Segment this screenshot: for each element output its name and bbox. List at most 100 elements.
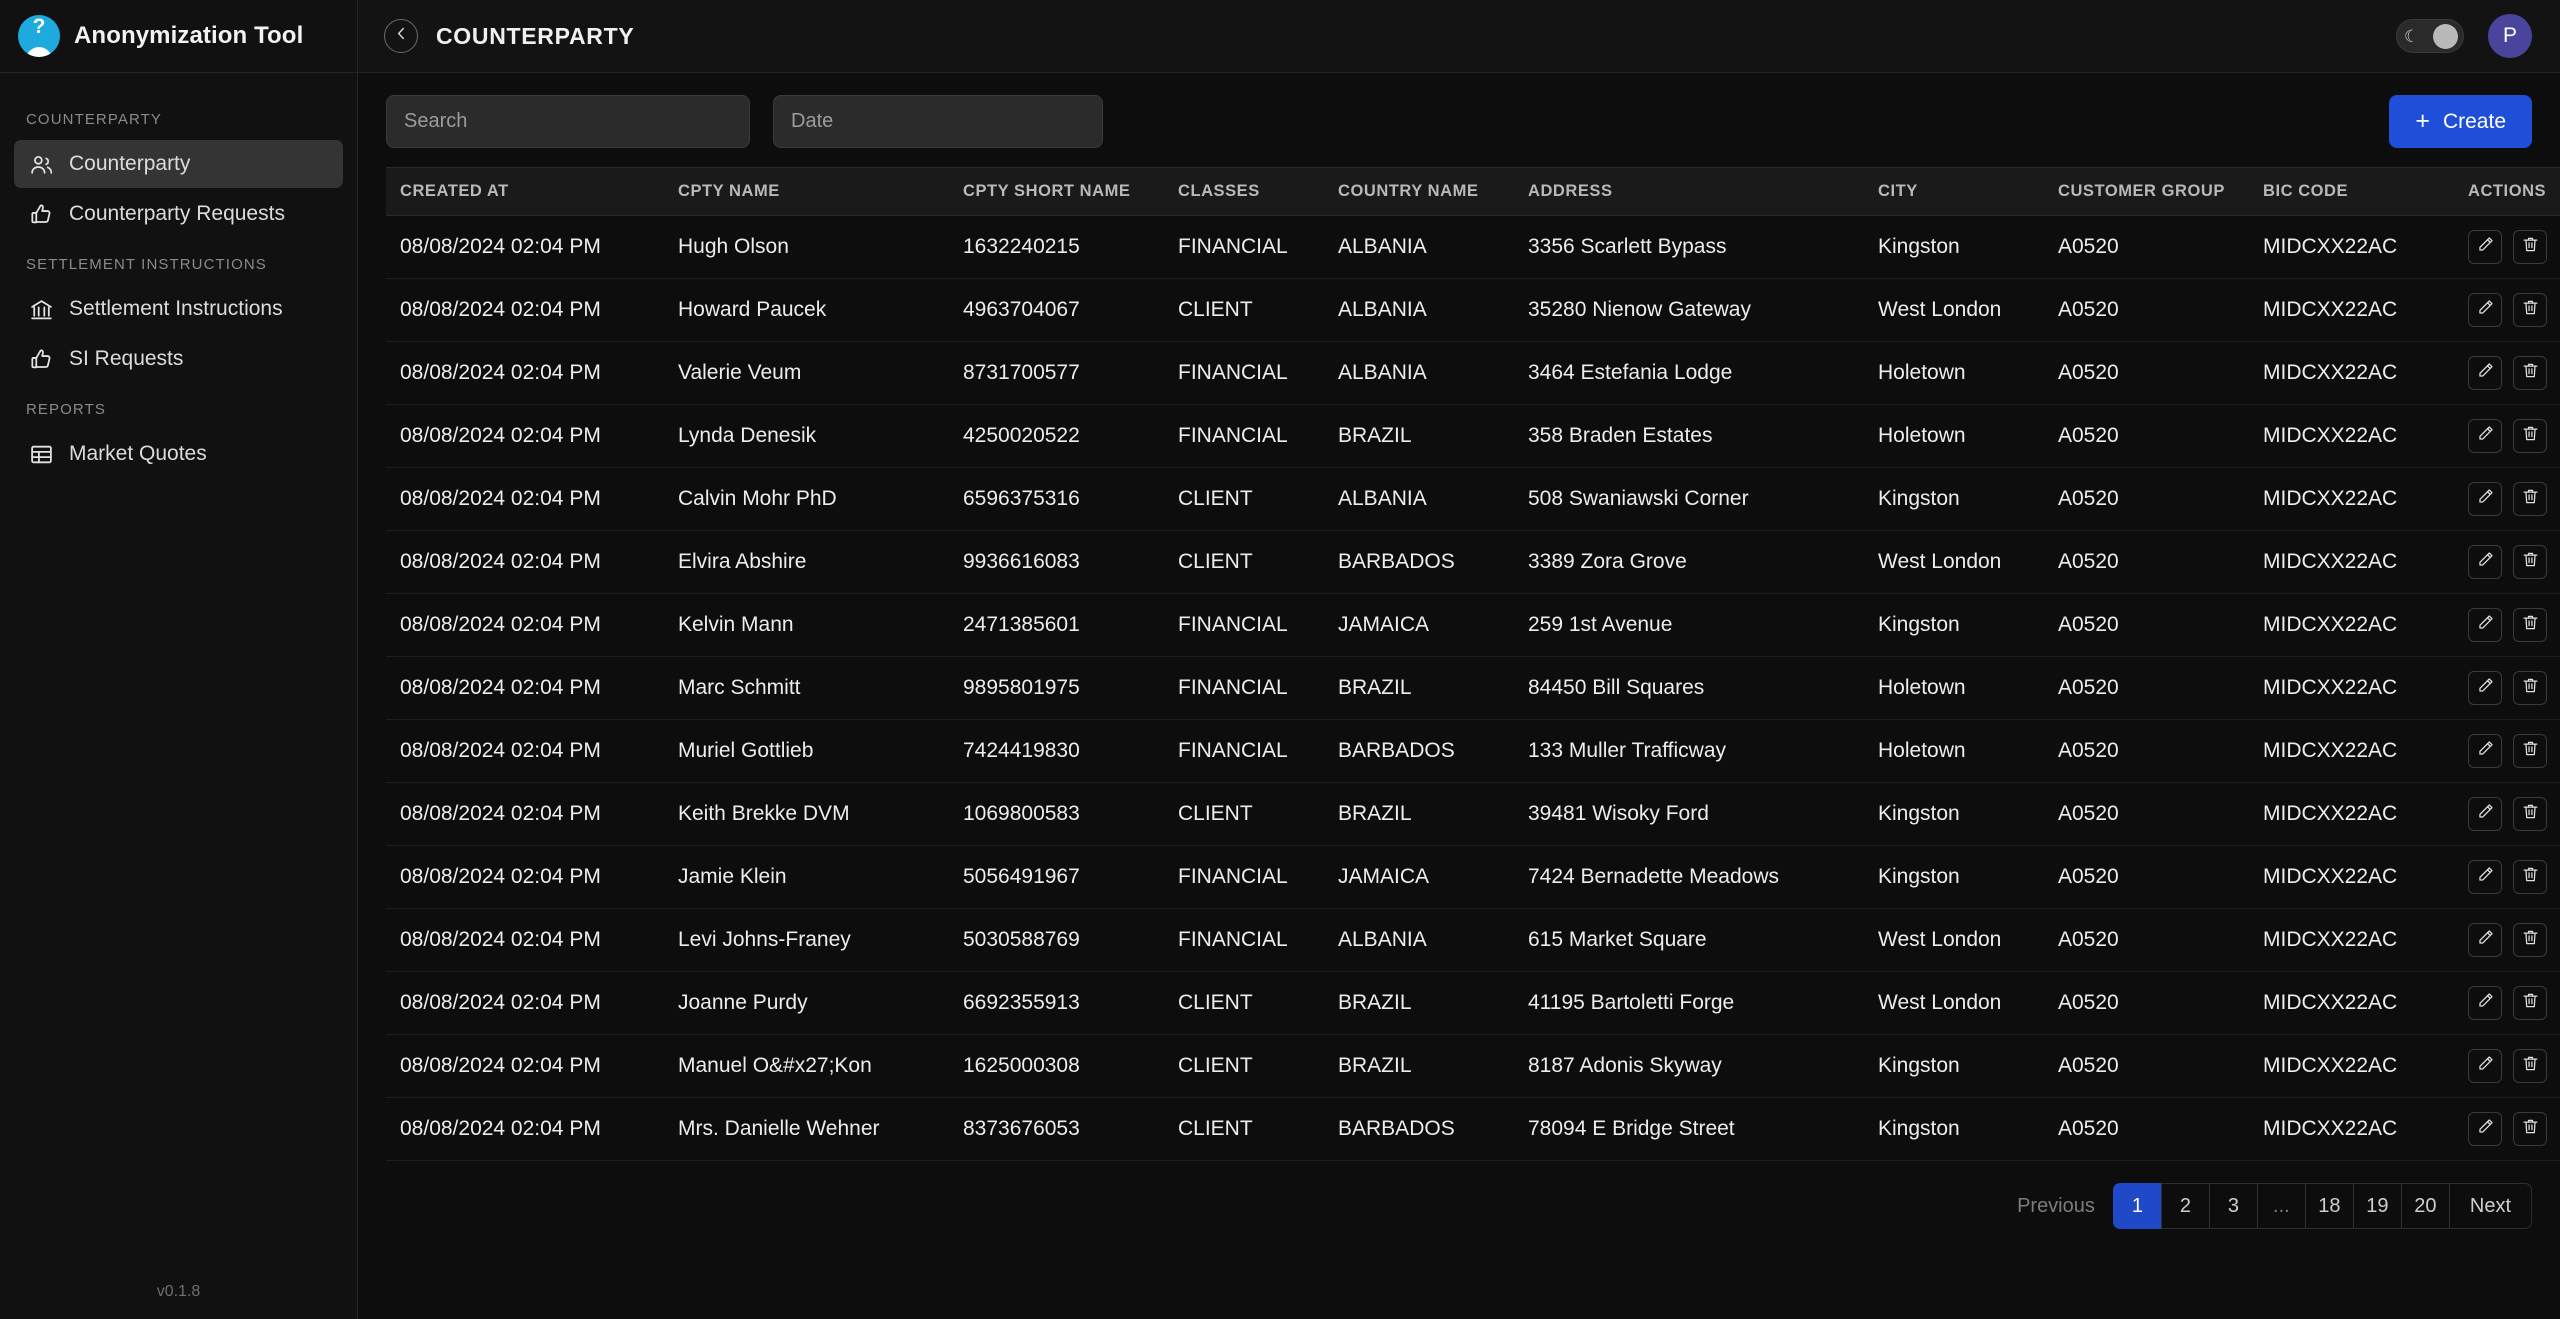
pagination-previous[interactable]: Previous: [2017, 1183, 2113, 1229]
table-row[interactable]: 08/08/2024 02:04 PM Muriel Gottlieb 742441…: [386, 719, 2560, 783]
pagination-page-20[interactable]: 20: [2400, 1183, 2449, 1229]
table-cell: Muriel Gottlieb: [666, 719, 951, 783]
table-row[interactable]: 08/08/2024 02:04 PM Marc Schmitt 989580197…: [386, 656, 2560, 720]
table-cell: CLIENT: [1166, 1034, 1326, 1098]
table-cell: A0520: [2046, 719, 2251, 783]
plus-icon: +: [2415, 107, 2430, 135]
thumbs-up-icon: [28, 201, 54, 227]
table-cell: 08/08/2024 02:04 PM: [386, 845, 666, 909]
edit-row-button[interactable]: [2468, 923, 2502, 957]
delete-row-button[interactable]: [2513, 734, 2547, 768]
table-row[interactable]: 08/08/2024 02:04 PM Valerie Veum 873170057…: [386, 341, 2560, 405]
edit-row-button[interactable]: [2468, 734, 2502, 768]
row-actions-group: [2468, 923, 2560, 957]
edit-row-button[interactable]: [2468, 419, 2502, 453]
edit-row-button[interactable]: [2468, 293, 2502, 327]
table-row[interactable]: 08/08/2024 02:04 PM Hugh Olson 1632240215 F…: [386, 215, 2560, 279]
date-input[interactable]: Date: [773, 95, 1103, 148]
sidebar-item-label: Counterparty Requests: [69, 202, 285, 225]
edit-row-button[interactable]: [2468, 230, 2502, 264]
row-actions: [2456, 845, 2560, 909]
sidebar-group-label-reports: REPORTS: [26, 401, 106, 418]
pagination-page-2[interactable]: 2: [2160, 1183, 2209, 1229]
table-row[interactable]: 08/08/2024 02:04 PM Joanne Purdy 669235591…: [386, 971, 2560, 1035]
table-row[interactable]: 08/08/2024 02:04 PM Levi Johns-Franey 5030…: [386, 908, 2560, 972]
table-row[interactable]: 08/08/2024 02:04 PM Mrs. Danielle Wehner 8…: [386, 1097, 2560, 1161]
edit-row-button[interactable]: [2468, 797, 2502, 831]
column-header: CLASSES: [1166, 167, 1326, 216]
edit-row-button[interactable]: [2468, 608, 2502, 642]
table-cell: A0520: [2046, 908, 2251, 972]
create-button-label: Create: [2442, 109, 2506, 133]
edit-row-button[interactable]: [2468, 356, 2502, 390]
row-actions: [2456, 278, 2560, 342]
table-cell: 08/08/2024 02:04 PM: [386, 278, 666, 342]
pagination-next[interactable]: Next: [2448, 1183, 2532, 1229]
table-row[interactable]: 08/08/2024 02:04 PM Lynda Denesik 42500205…: [386, 404, 2560, 468]
theme-toggle[interactable]: ☾: [2396, 19, 2464, 53]
table-row[interactable]: 08/08/2024 02:04 PM Manuel O&#x27;Kon 1625…: [386, 1034, 2560, 1098]
pagination-page-19[interactable]: 19: [2352, 1183, 2401, 1229]
delete-row-button[interactable]: [2513, 986, 2547, 1020]
delete-row-button[interactable]: [2513, 356, 2547, 390]
create-button[interactable]: + Create: [2389, 95, 2532, 148]
sidebar-group-label-counterparty: COUNTERPARTY: [26, 111, 162, 128]
column-header: CUSTOMER GROUP: [2046, 167, 2251, 216]
table-row[interactable]: 08/08/2024 02:04 PM Elvira Abshire 9936616…: [386, 530, 2560, 594]
delete-row-button[interactable]: [2513, 419, 2547, 453]
delete-row-button[interactable]: [2513, 860, 2547, 894]
table-row[interactable]: 08/08/2024 02:04 PM Howard Paucek 49637040…: [386, 278, 2560, 342]
sidebar-item-label: Counterparty: [69, 152, 191, 175]
table-cell: West London: [1866, 530, 2046, 594]
delete-row-button[interactable]: [2513, 1112, 2547, 1146]
table-cell: A0520: [2046, 593, 2251, 657]
delete-row-button[interactable]: [2513, 545, 2547, 579]
trash-icon: [2521, 487, 2540, 512]
edit-row-button[interactable]: [2468, 1112, 2502, 1146]
avatar[interactable]: P: [2488, 14, 2532, 58]
table-row[interactable]: 08/08/2024 02:04 PM Jamie Klein 5056491967…: [386, 845, 2560, 909]
table-cell: 08/08/2024 02:04 PM: [386, 1097, 666, 1161]
search-input[interactable]: Search: [386, 95, 750, 148]
delete-row-button[interactable]: [2513, 671, 2547, 705]
trash-icon: [2521, 361, 2540, 386]
delete-row-button[interactable]: [2513, 1049, 2547, 1083]
column-header: BIC CODE: [2251, 167, 2456, 216]
pagination-controls: Previous 1 2 3... 18 19 20 Next: [2017, 1183, 2532, 1229]
edit-row-button[interactable]: [2468, 545, 2502, 579]
delete-row-button[interactable]: [2513, 482, 2547, 516]
sidebar-item-market-quotes[interactable]: Market Quotes: [14, 430, 343, 478]
pagination-page-1[interactable]: 1: [2112, 1183, 2161, 1229]
sidebar-item-settlement-instructions[interactable]: Settlement Instructions: [14, 285, 343, 333]
pagination-page-3[interactable]: 3: [2208, 1183, 2257, 1229]
delete-row-button[interactable]: [2513, 923, 2547, 957]
table-cell: MIDCXX22AC: [2251, 215, 2456, 279]
sidebar-item-si-requests[interactable]: SI Requests: [14, 335, 343, 383]
pencil-icon: [2476, 1054, 2495, 1079]
edit-row-button[interactable]: [2468, 1049, 2502, 1083]
users-icon: [28, 151, 54, 177]
delete-row-button[interactable]: [2513, 797, 2547, 831]
delete-row-button[interactable]: [2513, 230, 2547, 264]
trash-icon: [2521, 1117, 2540, 1142]
edit-row-button[interactable]: [2468, 671, 2502, 705]
edit-row-button[interactable]: [2468, 482, 2502, 516]
sidebar-item-counterparty-requests[interactable]: Counterparty Requests: [14, 190, 343, 238]
table-row[interactable]: 08/08/2024 02:04 PM Kelvin Mann 2471385601…: [386, 593, 2560, 657]
table-cell: MIDCXX22AC: [2251, 530, 2456, 594]
table-cell: Holetown: [1866, 656, 2046, 720]
table-row[interactable]: 08/08/2024 02:04 PM Calvin Mohr PhD 659637…: [386, 467, 2560, 531]
row-actions: [2456, 908, 2560, 972]
pagination-page-18[interactable]: 18: [2304, 1183, 2353, 1229]
back-button[interactable]: [384, 19, 418, 53]
column-header: CITY: [1866, 167, 2046, 216]
edit-row-button[interactable]: [2468, 860, 2502, 894]
delete-row-button[interactable]: [2513, 293, 2547, 327]
row-actions-group: [2468, 482, 2560, 516]
sidebar-nav: COUNTERPARTY Counterparty Counterparty R…: [0, 73, 357, 1319]
table-cell: BRAZIL: [1326, 782, 1516, 846]
edit-row-button[interactable]: [2468, 986, 2502, 1020]
table-row[interactable]: 08/08/2024 02:04 PM Keith Brekke DVM 10698…: [386, 782, 2560, 846]
sidebar-item-counterparty[interactable]: Counterparty: [14, 140, 343, 188]
delete-row-button[interactable]: [2513, 608, 2547, 642]
